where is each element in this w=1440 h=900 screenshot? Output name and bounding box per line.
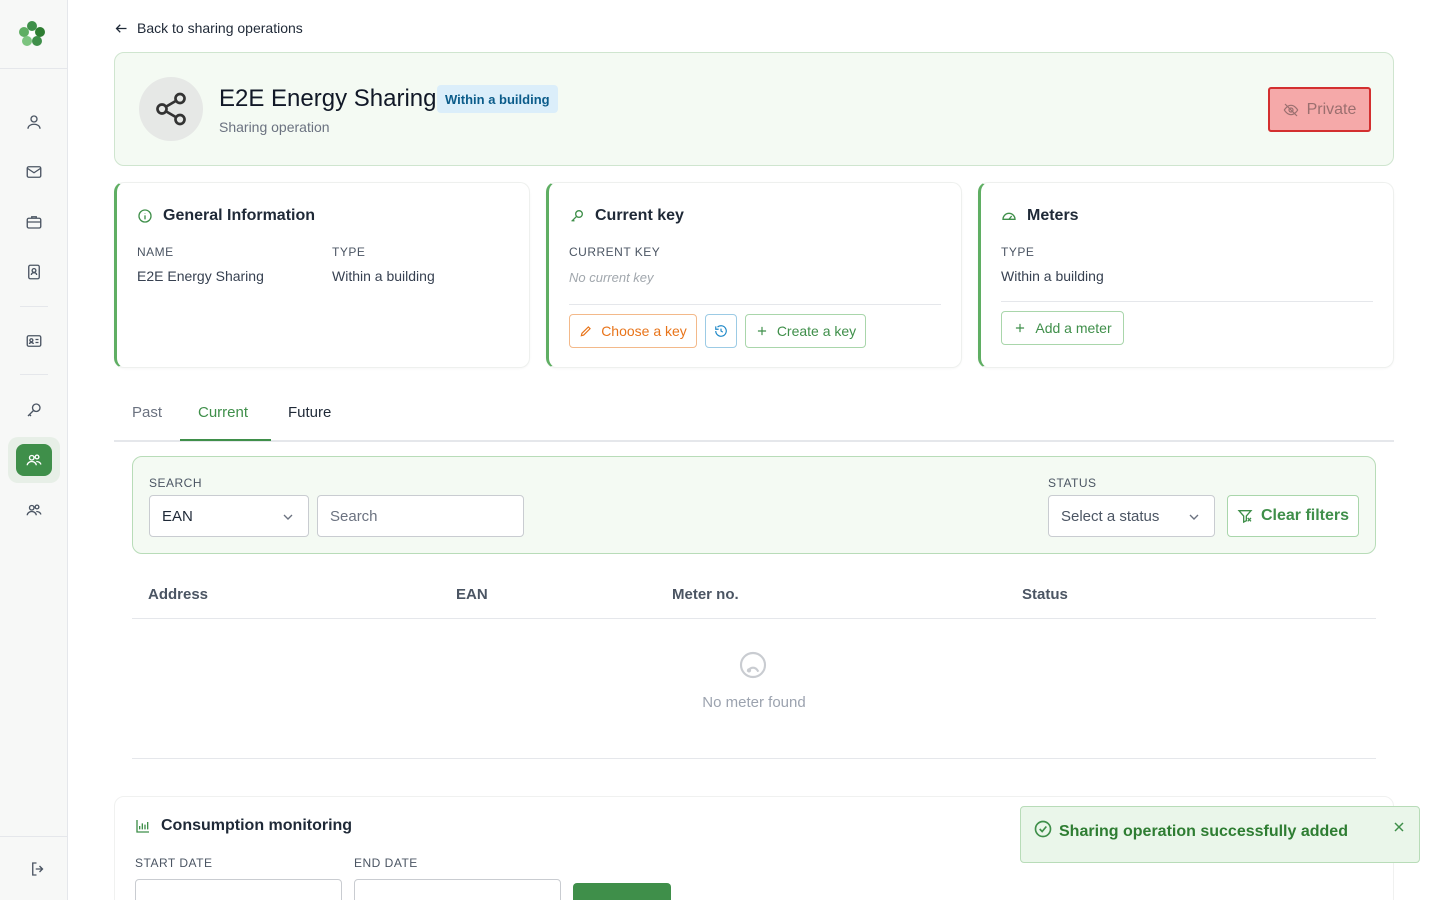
back-link-label: Back to sharing operations: [137, 20, 303, 36]
general-info-card: General Information NAME E2E Energy Shar…: [114, 182, 530, 368]
share-avatar: [139, 77, 203, 141]
empty-icon: [739, 651, 767, 679]
key-icon: [571, 210, 583, 222]
choose-key-button[interactable]: Choose a key: [569, 314, 697, 348]
consumption-title: Consumption monitoring: [135, 817, 352, 835]
users-icon: [26, 504, 42, 516]
sidebar-item-profile[interactable]: [18, 106, 50, 138]
key-icon: [27, 403, 41, 417]
search-input[interactable]: [317, 495, 524, 537]
sidebar-divider: [20, 374, 48, 375]
bar-chart-icon: [136, 820, 149, 833]
key-history-button[interactable]: [705, 314, 737, 348]
start-date-input[interactable]: [135, 879, 342, 900]
chevron-down-icon: [283, 514, 293, 520]
pencil-icon: [580, 326, 592, 337]
name-value: E2E Energy Sharing: [137, 268, 264, 284]
period-tabs: Past Current Future: [114, 394, 1394, 442]
id-card-icon: [26, 335, 42, 347]
status-label: STATUS: [1048, 476, 1097, 490]
sidebar-item-sharing-operations[interactable]: [16, 444, 52, 476]
card-divider: [569, 304, 941, 305]
page-subtitle: Sharing operation: [219, 119, 330, 135]
sidebar-item-logout[interactable]: [22, 853, 54, 885]
filters-panel: SEARCH EAN STATUS Select a status Clear …: [132, 456, 1376, 554]
status-select[interactable]: Select a status: [1048, 495, 1215, 537]
gauge-icon: [1002, 212, 1016, 220]
private-label: Private: [1306, 100, 1357, 118]
tab-past[interactable]: Past: [132, 404, 162, 421]
share-icon: [156, 92, 186, 126]
sidebar-divider: [0, 836, 68, 837]
logo-icon[interactable]: [16, 18, 48, 50]
users-icon: [26, 454, 42, 466]
page-title: E2E Energy Sharing: [219, 85, 437, 112]
end-date-input[interactable]: [354, 879, 561, 900]
sidebar-item-members[interactable]: [18, 494, 50, 526]
toast-message: Sharing operation successfully added: [1059, 823, 1348, 840]
type-value: Within a building: [332, 268, 435, 284]
current-key-value: No current key: [569, 270, 654, 285]
user-icon: [27, 115, 41, 129]
meters-card: Meters TYPE Within a building Add a mete…: [978, 182, 1394, 368]
success-toast: Sharing operation successfully added: [1020, 806, 1420, 863]
type-label: TYPE: [332, 245, 366, 259]
info-icon: [138, 209, 152, 223]
sidebar-item-id-card[interactable]: [18, 325, 50, 357]
current-key-card: Current key CURRENT KEY No current key C…: [546, 182, 962, 368]
create-key-button[interactable]: Create a key: [745, 314, 866, 348]
private-toggle-button[interactable]: Private: [1268, 87, 1371, 132]
general-info-title: General Information: [137, 207, 315, 225]
column-ean[interactable]: EAN: [456, 586, 488, 603]
consumption-search-button[interactable]: [573, 883, 671, 900]
header-card: E2E Energy Sharing Within a building Sha…: [114, 52, 1394, 166]
current-key-label: CURRENT KEY: [569, 245, 661, 259]
tab-future[interactable]: Future: [288, 404, 331, 421]
start-date-label: START DATE: [135, 856, 213, 870]
sidebar-item-messages[interactable]: [18, 156, 50, 188]
briefcase-icon: [26, 216, 42, 229]
search-label: SEARCH: [149, 476, 203, 490]
sidebar: [0, 0, 68, 900]
chevron-down-icon: [1189, 514, 1199, 520]
add-meter-button[interactable]: Add a meter: [1001, 311, 1124, 345]
history-icon: [715, 325, 727, 337]
active-tab-indicator: [180, 439, 271, 441]
clear-filters-button[interactable]: Clear filters: [1227, 495, 1359, 537]
sidebar-divider: [20, 306, 48, 307]
card-divider: [1001, 301, 1373, 302]
current-key-title: Current key: [569, 207, 684, 225]
tab-current[interactable]: Current: [198, 404, 248, 421]
empty-state: No meter found: [132, 619, 1376, 759]
back-link[interactable]: Back to sharing operations: [114, 20, 303, 36]
check-circle-icon: [1034, 820, 1052, 838]
meters-table-header: Address EAN Meter no. Status: [132, 570, 1376, 619]
plus-icon: [1016, 323, 1025, 333]
type-badge: Within a building: [437, 85, 558, 113]
logout-icon: [32, 862, 44, 876]
sidebar-item-keys[interactable]: [18, 394, 50, 426]
eye-off-icon: [1283, 103, 1298, 116]
end-date-label: END DATE: [354, 856, 418, 870]
contact-book-icon: [28, 264, 40, 280]
column-status[interactable]: Status: [1022, 586, 1068, 603]
arrow-left-icon: [115, 23, 127, 33]
meters-type-label: TYPE: [1001, 245, 1035, 259]
sidebar-item-briefcase[interactable]: [18, 206, 50, 238]
meters-type-value: Within a building: [1001, 268, 1104, 284]
sidebar-item-contacts[interactable]: [18, 256, 50, 288]
meters-title: Meters: [1001, 207, 1079, 225]
plus-icon: [757, 326, 766, 336]
empty-text: No meter found: [702, 694, 806, 711]
name-label: NAME: [137, 245, 174, 259]
filter-clear-icon: [1237, 510, 1253, 524]
close-icon[interactable]: [1391, 819, 1407, 835]
sidebar-divider: [0, 68, 68, 69]
column-address[interactable]: Address: [148, 586, 208, 603]
search-field-select[interactable]: EAN: [149, 495, 309, 537]
column-meter-no[interactable]: Meter no.: [672, 586, 739, 603]
mail-icon: [26, 166, 42, 178]
